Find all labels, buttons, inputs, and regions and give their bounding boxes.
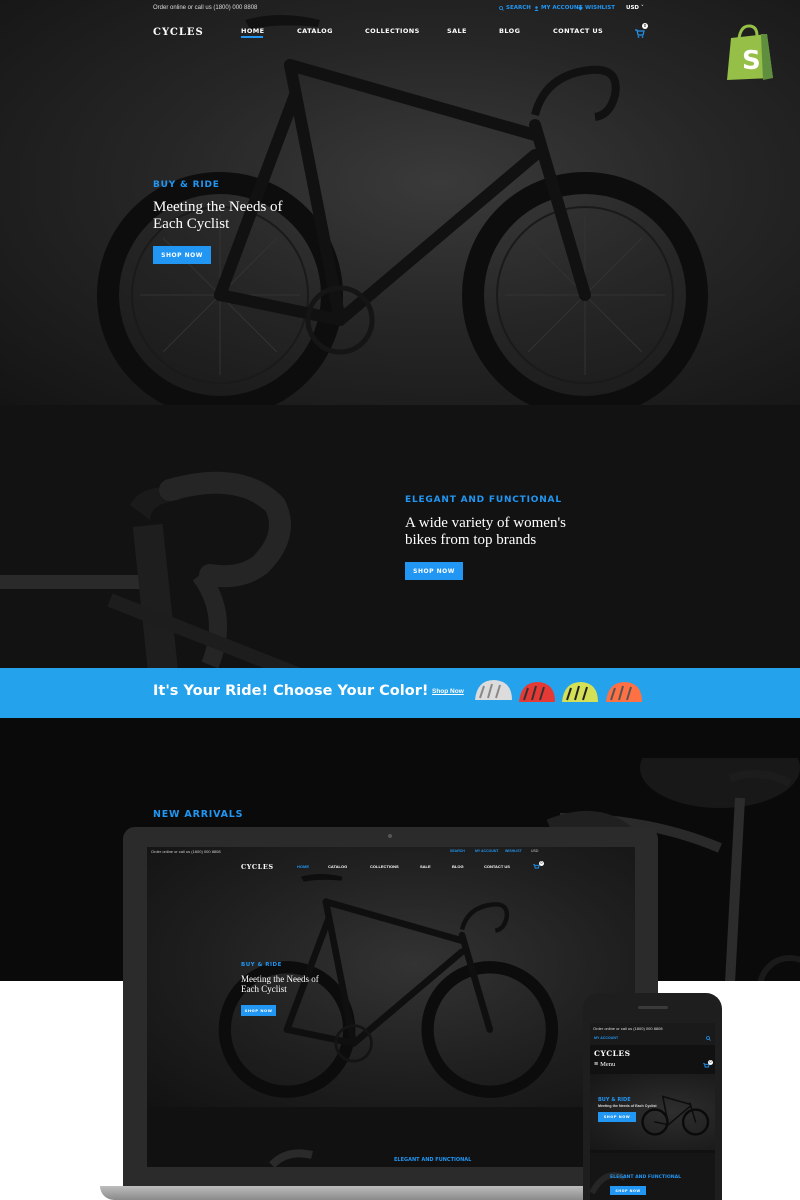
laptop-nav-contact[interactable]: CONTACT US (484, 864, 510, 869)
svg-text:S: S (742, 46, 761, 76)
new-arrivals-heading: NEW ARRIVALS (153, 809, 244, 820)
laptop-shop-now-button[interactable]: SHOP NOW (241, 1005, 276, 1016)
hero-title-line1: Meeting the Needs of (153, 199, 283, 215)
laptop-nav-catalog[interactable]: CATALOG (328, 864, 347, 869)
helmet-white (475, 680, 512, 700)
feature-title-line1: A wide variety of women's (405, 515, 567, 531)
bicycle-image (97, 15, 708, 405)
phone-hero-eyebrow: BUY & RIDE (598, 1097, 631, 1103)
hero-title-line2: Each Cyclist (153, 216, 230, 232)
cart-icon (635, 29, 645, 38)
hero-section: Order online or call us (1800) 000 8808 … (0, 0, 800, 405)
laptop-account-link[interactable]: MY ACCOUNT (475, 849, 499, 853)
phone-shop-now-button[interactable]: SHOP NOW (598, 1112, 636, 1122)
laptop-camera (388, 834, 392, 838)
hero-eyebrow: BUY & RIDE (153, 180, 220, 190)
account-label: MY ACCOUNT (541, 5, 583, 11)
feature-eyebrow: ELEGANT AND FUNCTIONAL (405, 495, 562, 505)
wishlist-label: WISHLIST (585, 5, 615, 11)
nav-catalog[interactable]: CATALOG (297, 27, 333, 35)
search-label: SEARCH (506, 5, 531, 11)
phone-screen: Order online or call us (1800) 000 8808 … (590, 1023, 715, 1200)
promo-banner: It's Your Ride! Choose Your Color! Shop … (0, 668, 800, 718)
feature-title-line2: bikes from top brands (405, 532, 537, 548)
heart-icon (578, 6, 583, 10)
logo[interactable]: CYCLES (153, 27, 204, 38)
helmet-yellow (562, 682, 598, 702)
laptop-contact-text: Order online or call us (1800) 000 8808 (151, 849, 221, 854)
laptop-wishlist-link[interactable]: WISHLIST (505, 849, 522, 853)
laptop-cart-badge: 0 (539, 861, 544, 866)
laptop-feature-eyebrow: ELEGANT AND FUNCTIONAL (394, 1157, 472, 1163)
phone-search-icon[interactable] (706, 1036, 711, 1041)
laptop-screen: Order online or call us (1800) 000 8808 … (147, 847, 635, 1167)
nav-home[interactable]: HOME (241, 27, 264, 35)
hero-shop-now-button[interactable]: SHOP NOW (153, 246, 211, 264)
laptop-hero-title-line2: Each Cyclist (241, 984, 287, 994)
hamburger-icon: ≡ (594, 1061, 599, 1068)
laptop-hero-eyebrow: BUY & RIDE (241, 962, 282, 968)
shopify-bag-icon: S (727, 24, 773, 80)
cart-button[interactable]: 0 (635, 23, 649, 38)
currency-value: USD (626, 5, 639, 11)
laptop-handlebar-image (269, 1149, 313, 1167)
promo-shop-now-link[interactable]: Shop Now (432, 688, 464, 695)
phone-contact-text: Order online or call us (1800) 000 8808 (593, 1026, 663, 1031)
laptop-mockup: Order online or call us (1800) 000 8808 … (123, 827, 658, 1192)
phone-hero-subtitle: Meeting the Needs of Each Cyclist (598, 1104, 657, 1108)
nav-active-underline (241, 36, 263, 38)
laptop-hero-title-line1: Meeting the Needs of (241, 974, 319, 984)
laptop-feature-section (147, 1107, 635, 1167)
handlebar-image (0, 471, 300, 668)
helmet-orange (606, 682, 642, 702)
nav-contact[interactable]: CONTACT US (553, 27, 603, 35)
nav-collections[interactable]: COLLECTIONS (365, 27, 420, 35)
feature-section: ELEGANT AND FUNCTIONAL A wide variety of… (0, 405, 800, 668)
promo-headline: It's Your Ride! Choose Your Color! (153, 683, 429, 699)
chevron-down-icon: ˅ (641, 5, 644, 11)
laptop-currency[interactable]: USD (531, 849, 538, 853)
phone-logo[interactable]: CYCLES (594, 1049, 631, 1058)
phone-feature-eyebrow: ELEGANT AND FUNCTIONAL (610, 1175, 682, 1180)
wishlist-link[interactable]: WISHLIST (578, 5, 615, 11)
phone-cart-badge: 0 (708, 1060, 713, 1065)
phone-feature-shop-now-button[interactable]: SHOP NOW (610, 1186, 646, 1195)
hero-title: Meeting the Needs of Each Cyclist (153, 199, 283, 233)
laptop-logo[interactable]: CYCLES (241, 863, 274, 871)
nav-sale[interactable]: SALE (447, 27, 467, 35)
laptop-search-link[interactable]: SEARCH (450, 849, 465, 853)
search-icon (499, 5, 504, 11)
currency-select[interactable]: USD ˅ (626, 5, 644, 11)
phone-mockup: Order online or call us (1800) 000 8808 … (583, 993, 722, 1200)
user-icon (534, 5, 539, 11)
feature-title: A wide variety of women's bikes from top… (405, 515, 566, 549)
phone-speaker (638, 1006, 668, 1009)
helmet-red (519, 682, 555, 702)
phone-menu-label: Menu (600, 1061, 616, 1068)
cart-count-badge: 0 (642, 23, 648, 29)
feature-shop-now-button[interactable]: SHOP NOW (405, 562, 463, 580)
phone-account-link[interactable]: MY ACCOUNT (594, 1036, 618, 1040)
laptop-hero-title: Meeting the Needs of Each Cyclist (241, 974, 319, 994)
nav-blog[interactable]: BLOG (499, 27, 520, 35)
helmets-image (475, 680, 642, 702)
phone-menu-button[interactable]: ≡ Menu (594, 1061, 615, 1068)
contact-text: Order online or call us (1800) 000 8808 (153, 5, 258, 11)
phone-bicycle-image (641, 1095, 710, 1136)
search-link[interactable]: SEARCH (499, 5, 531, 11)
laptop-nav-blog[interactable]: BLOG (452, 864, 464, 869)
laptop-nav-home[interactable]: HOME (297, 864, 309, 869)
laptop-nav-collections[interactable]: COLLECTIONS (370, 864, 399, 869)
account-link[interactable]: MY ACCOUNT (534, 5, 582, 11)
laptop-nav-sale[interactable]: SALE (420, 864, 431, 869)
